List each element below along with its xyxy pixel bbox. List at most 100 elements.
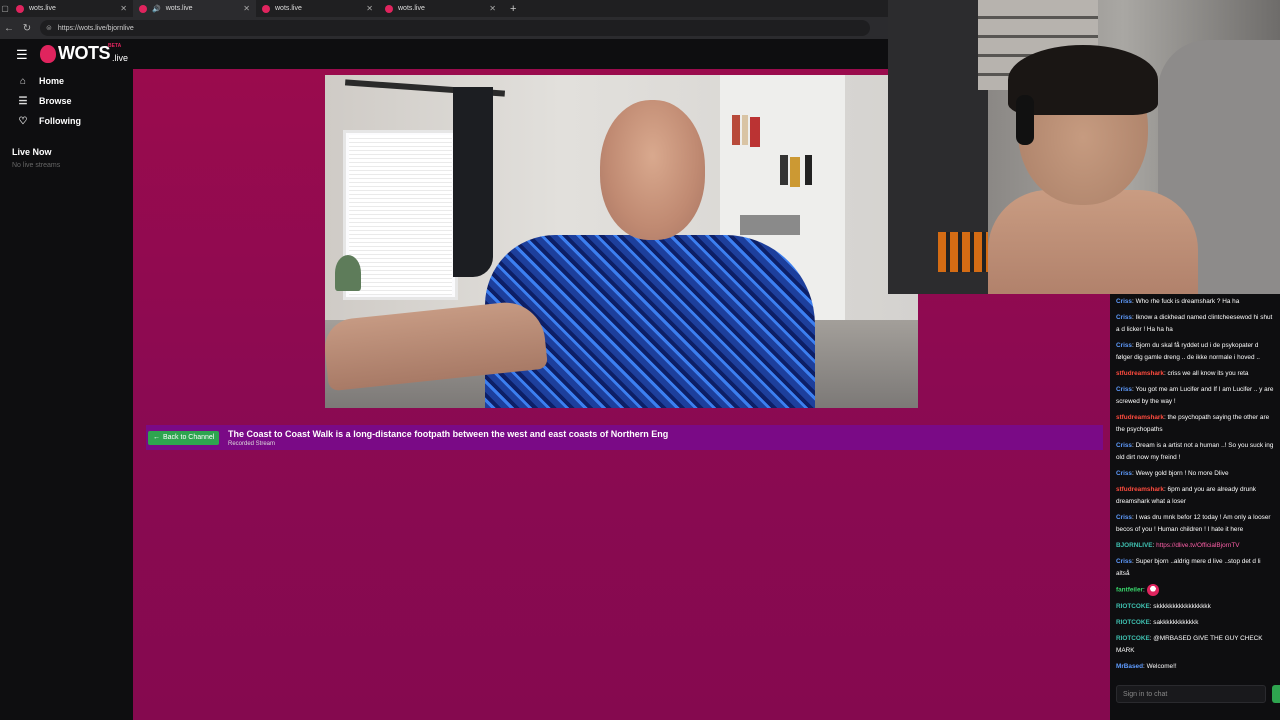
chat-message: stfudreamshark: the psychopath saying th… [1110,412,1280,436]
book [740,215,800,235]
home-icon: ⌂ [19,75,27,87]
chat-message: stfudreamshark: criss we all know its yo… [1110,368,1280,380]
tab-title: wots.live [165,5,193,12]
site-info-icon[interactable]: ⊜ [46,24,52,32]
chat-message: Criss: Iknow a dickhead named clintchees… [1110,312,1280,336]
chat-input[interactable]: Sign in to chat [1116,685,1266,703]
nav-item-home[interactable]: ⌂ Home [0,71,133,91]
tab-title: wots.live [29,5,56,12]
chat-text: Dream is a artist not a human ..! So you… [1116,442,1274,461]
chat-username[interactable]: stfudreamshark [1116,486,1164,493]
chat-username[interactable]: RIOTCOKE [1116,635,1150,642]
reload-icon[interactable]: ↻ [18,23,36,34]
chat-message: Criss: Super bjorn ..aldrig mere d live … [1110,556,1280,580]
chat-input-placeholder: Sign in to chat [1123,690,1168,698]
chat-message: stfudreamshark: 6pm and you are already … [1110,484,1280,508]
chat-username[interactable]: fantfeiler [1116,587,1143,594]
chat-username[interactable]: stfudreamshark [1116,370,1164,377]
nav-item-browse[interactable]: ☰ Browse [0,91,133,111]
favicon-icon [139,4,147,13]
chat-username[interactable]: Criss [1116,342,1132,349]
no-live-streams-text: No live streams [12,162,61,169]
beta-badge: BETA [108,43,122,49]
close-tab-icon[interactable]: ✕ [489,4,496,13]
nav-item-label: Browse [39,96,72,106]
chat-username[interactable]: Criss [1116,470,1132,477]
tab-title: wots.live [275,5,302,12]
chat-username[interactable]: Criss [1116,514,1132,521]
chat-message: RIOTCOKE: skkkkkkkkkkkkkkkkk [1110,601,1280,613]
browser-tab[interactable]: wots.live ✕ [256,0,379,17]
webcam-cans [938,232,988,272]
chat-panel: Criss: Who rhe fuck is dreamshark ? Ha h… [1110,294,1280,720]
back-to-channel-button[interactable]: ← Back to Channel [148,430,220,445]
video-player[interactable] [325,75,918,408]
chat-message: RIOTCOKE: sakkkkkkkkkkkk [1110,617,1280,629]
tab-title: wots.live [398,5,425,12]
chat-username[interactable]: Criss [1116,386,1132,393]
site-logo[interactable]: WOTS .live BETA [40,43,128,64]
back-button-label: Back to Channel [163,434,215,441]
chat-link[interactable]: https://dlive.tv/OfficialBjornTV [1156,542,1239,549]
browser-tab-bar: ▢ wots.live ✕ 🔊 wots.live ✕ wots.live ✕ wots.li… [0,0,890,17]
chat-username[interactable]: Criss [1116,298,1132,305]
stream-title: The Coast to Coast Walk is a long-distan… [228,429,669,439]
emote-icon [1146,584,1159,596]
url-field[interactable]: ⊜ https://wots.live/bjornlive [40,20,870,36]
nav-item-following[interactable]: ♡ Following [0,111,133,131]
browser-tab[interactable]: wots.live ✕ [379,0,502,17]
chat-message: fantfeiler: [1110,584,1280,597]
browser-tab[interactable]: wots.live ✕ [10,0,133,17]
chat-message: RIOTCOKE: @MRBASED GIVE THE GUY CHECK MA… [1110,633,1280,657]
chat-username[interactable]: RIOTCOKE [1116,603,1150,610]
new-tab-button[interactable]: + [510,3,516,15]
back-arrow-icon[interactable]: ← [0,23,18,34]
stream-title-bar: ← Back to Channel The Coast to Coast Wal… [146,425,1103,450]
nav-item-label: Home [39,76,65,86]
logo-tld: .live [112,52,129,63]
list-icon: ☰ [18,95,28,107]
webcam-person-body [988,190,1198,294]
chat-username[interactable]: BJORNLIVE [1116,542,1153,549]
stream-subtitle: Recorded Stream [228,441,276,447]
chat-username[interactable]: Criss [1116,442,1132,449]
chat-message: BJORNLIVE: https://dlive.tv/OfficialBjor… [1110,540,1280,552]
live-now-heading: Live Now [12,147,52,157]
chat-text: I was dru mnk befor 12 today ! Am only a… [1116,514,1271,533]
nav-item-label: Following [39,116,81,126]
video-plant [335,255,361,291]
chat-message: Criss: Bjorn du skal få ryddet ud i de p… [1110,340,1280,364]
chat-message: MrBased: Welcome!! [1110,661,1280,673]
chat-username[interactable]: MrBased [1116,663,1143,670]
chat-send-button[interactable] [1272,685,1280,703]
favicon-icon [16,4,24,13]
webcam-overlay [888,0,1280,294]
book [732,115,740,145]
chat-text: Wewy gold bjorn ! No more Dlive [1135,470,1229,477]
book [750,117,760,147]
chat-text: Super bjorn ..aldrig mere d live ..stop … [1116,558,1261,577]
browser-tab[interactable]: 🔊 wots.live ✕ [133,0,256,17]
menu-icon[interactable]: ☰ [16,47,28,63]
chat-text: You got me am Lucifer and If I am Lucife… [1116,386,1274,405]
chat-username[interactable]: Criss [1116,314,1132,321]
chat-message-list: Criss: Who rhe fuck is dreamshark ? Ha h… [1110,296,1280,673]
browser-address-bar: ← ↻ ⊜ https://wots.live/bjornlive [0,17,890,39]
chat-message: Criss: Dream is a artist not a human ..!… [1110,440,1280,464]
chat-text: Bjorn du skal få ryddet ud i de psykopat… [1116,342,1260,361]
webcam-headset [1016,95,1034,145]
chat-username[interactable]: RIOTCOKE [1116,619,1150,626]
chat-username[interactable]: stfudreamshark [1116,414,1164,421]
close-tab-icon[interactable]: ✕ [243,4,250,13]
video-curtain [453,87,493,277]
chat-message: Criss: I was dru mnk befor 12 today ! Am… [1110,512,1280,536]
tab-actions-icon[interactable]: ▢ [0,0,10,17]
close-tab-icon[interactable]: ✕ [120,4,127,13]
book [742,115,748,145]
audio-playing-icon[interactable]: 🔊 [152,5,161,13]
left-sidebar: ⌂ Home ☰ Browse ♡ Following Live Now No … [0,69,133,720]
url-text: https://wots.live/bjornlive [57,24,134,32]
chat-username[interactable]: Criss [1116,558,1132,565]
close-tab-icon[interactable]: ✕ [366,4,373,13]
chat-message: Criss: Who rhe fuck is dreamshark ? Ha h… [1110,296,1280,308]
